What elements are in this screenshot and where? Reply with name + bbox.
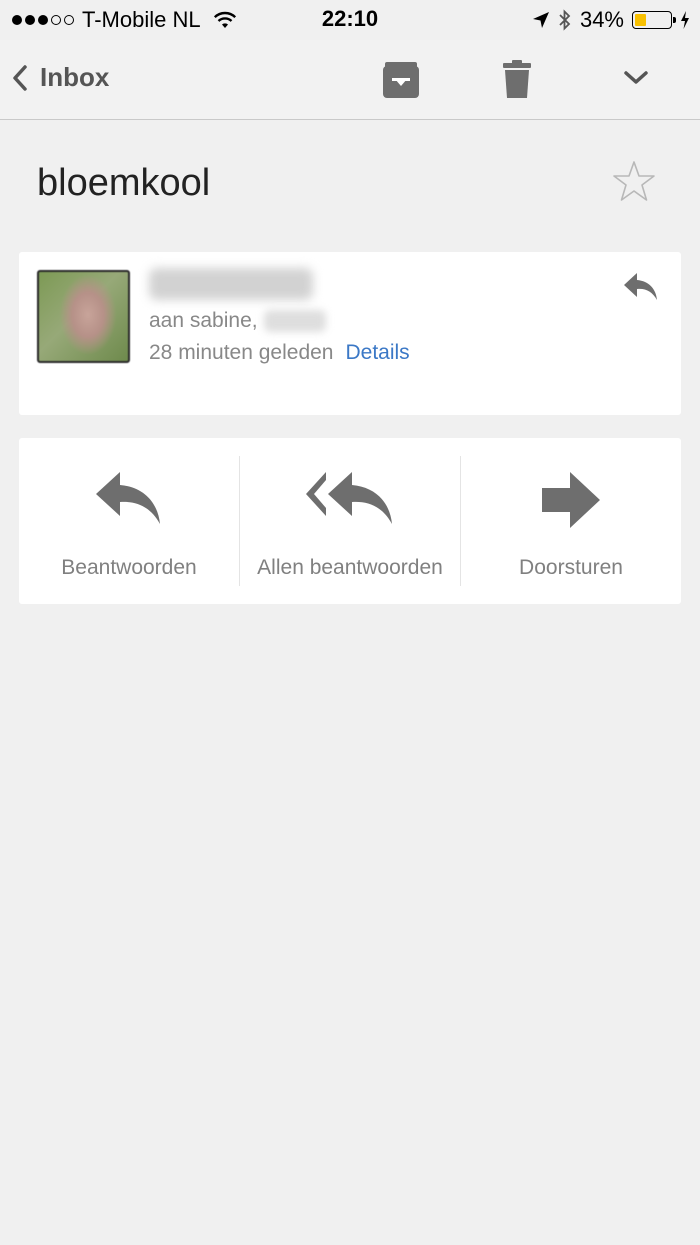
forward-arrow-icon [542, 472, 600, 528]
reply-all-icon [306, 472, 392, 524]
location-arrow-icon [532, 12, 549, 28]
battery-percent: 34% [579, 7, 624, 32]
message-header-card[interactable]: aan sabine, 28 minuten geleden Details [19, 252, 681, 415]
charging-bolt-icon [681, 11, 689, 29]
reply-icon[interactable] [623, 272, 659, 302]
reply-actions-card: Beantwoorden Allen beantwoorden Doorstur… [19, 438, 681, 604]
forward-button[interactable]: Doorsturen [461, 438, 681, 604]
status-right: 34% [532, 7, 690, 33]
chevron-down-icon[interactable] [624, 70, 648, 86]
reply-all-button[interactable]: Allen beantwoorden [240, 438, 460, 604]
back-chevron-icon [13, 64, 27, 91]
status-bar: T-Mobile NL 22:10 34% [0, 0, 700, 40]
sender-avatar [37, 270, 130, 363]
reply-label: Beantwoorden [61, 556, 197, 579]
recipient-line: aan sabine, [149, 309, 258, 332]
reply-icon-wrap [19, 470, 239, 528]
email-subject: bloemkool [37, 162, 211, 204]
forward-label: Doorsturen [519, 556, 623, 579]
star-icon[interactable] [612, 160, 656, 202]
battery-cap [673, 17, 676, 23]
navigation-bar: Inbox [0, 40, 700, 120]
reply-button[interactable]: Beantwoorden [19, 438, 239, 604]
received-time: 28 minuten geleden [149, 341, 334, 364]
recipient-redacted [264, 310, 326, 332]
battery-icon [632, 11, 676, 29]
archive-icon[interactable] [383, 60, 419, 98]
sender-name-redacted [149, 268, 313, 300]
received-line: 28 minuten geleden Details [149, 341, 410, 365]
back-to-inbox-button[interactable]: Inbox [12, 62, 109, 93]
reply-icon [96, 472, 160, 524]
reply-all-icon-wrap [240, 470, 460, 528]
forward-icon-wrap [461, 470, 681, 530]
back-label: Inbox [40, 62, 110, 92]
bluetooth-icon [559, 9, 571, 31]
reply-all-label: Allen beantwoorden [257, 556, 443, 579]
battery-fill [635, 14, 647, 26]
details-link[interactable]: Details [345, 341, 409, 365]
trash-icon[interactable] [503, 60, 531, 98]
